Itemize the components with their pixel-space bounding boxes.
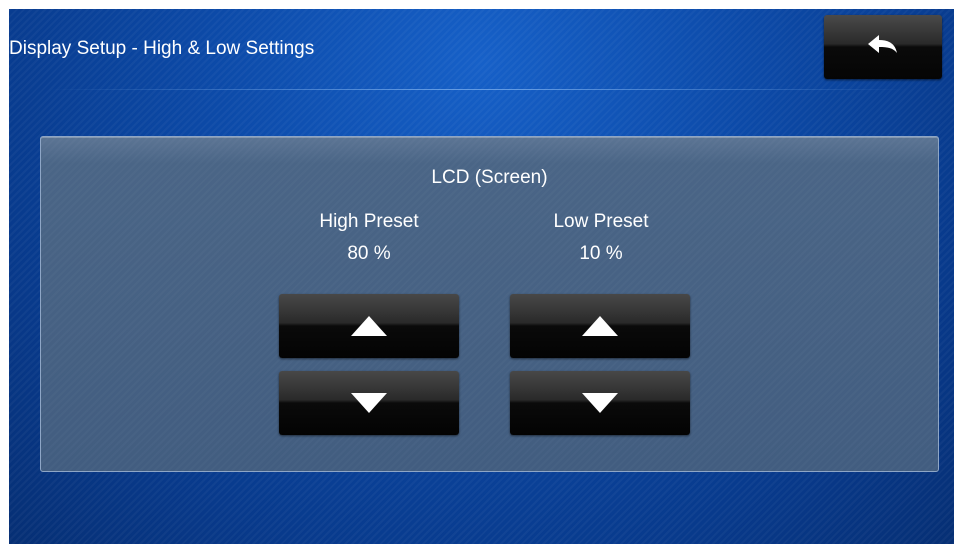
high-preset-up-button[interactable] (279, 294, 459, 358)
title-divider (49, 89, 909, 90)
high-preset-value: 80 % (347, 243, 391, 264)
low-preset-label: Low Preset (553, 211, 649, 232)
down-triangle-icon (582, 393, 618, 413)
low-preset-up-button[interactable] (510, 294, 690, 358)
high-preset-label: High Preset (319, 211, 419, 232)
back-arrow-icon (868, 35, 897, 53)
up-triangle-icon (351, 316, 387, 336)
high-preset-down-button[interactable] (279, 371, 459, 435)
page-title: Display Setup - High & Low Settings (9, 38, 315, 59)
panel-title: LCD (Screen) (431, 167, 548, 188)
low-preset-value: 10 % (579, 243, 623, 264)
back-button[interactable] (824, 15, 942, 79)
lcd-settings-panel: LCD (Screen) High Preset 80 % Low Preset… (40, 136, 939, 472)
display-setup-screen: Display Setup - High & Low Settings LCD … (9, 9, 954, 544)
down-triangle-icon (351, 393, 387, 413)
up-triangle-icon (582, 316, 618, 336)
low-preset-down-button[interactable] (510, 371, 690, 435)
